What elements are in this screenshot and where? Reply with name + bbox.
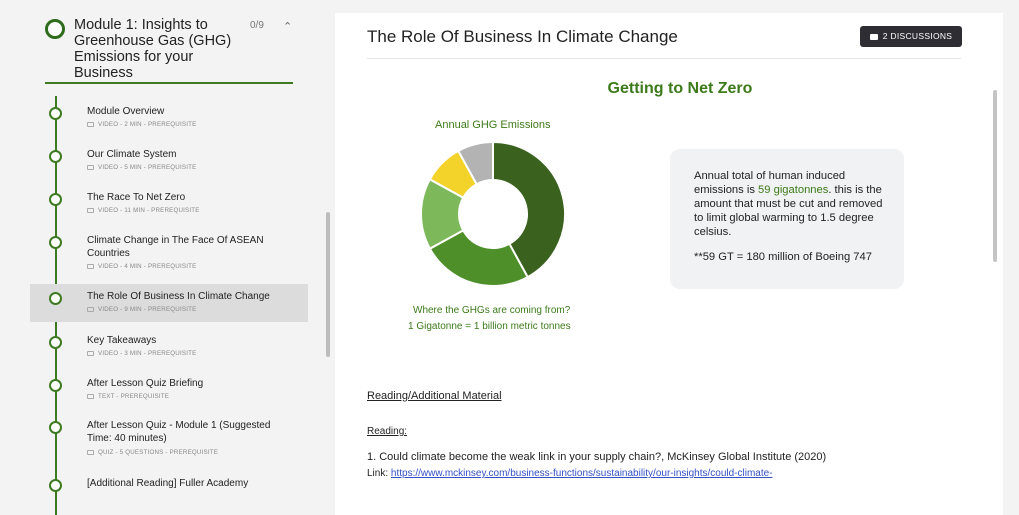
- module-title: Module 1: Insights to Greenhouse Gas (GH…: [74, 17, 232, 81]
- video-icon: [87, 350, 94, 356]
- module-header[interactable]: Module 1: Insights to Greenhouse Gas (GH…: [45, 15, 295, 85]
- module-progress-ring-icon: [45, 19, 65, 39]
- reading-section-heading: Reading/Additional Material: [367, 390, 502, 402]
- lesson-title: After Lesson Quiz - Module 1 (Suggested …: [87, 420, 271, 444]
- lesson-meta-text: VIDEO - 3 MIN - PREREQUISITE: [98, 350, 197, 357]
- lesson-meta: VIDEO - 5 MIN - PREREQUISITE: [87, 164, 196, 171]
- lesson-title: The Role Of Business In Climate Change: [87, 291, 270, 302]
- lesson-title: Key Takeaways: [87, 335, 157, 346]
- lesson-title: After Lesson Quiz Briefing: [87, 378, 204, 389]
- module-progress-count: 0/9: [250, 20, 264, 31]
- lesson-item-module-overview[interactable]: Module Overview VIDEO - 2 MIN - PREREQUI…: [30, 100, 308, 136]
- lesson-meta-text: VIDEO - 5 MIN - PREREQUISITE: [98, 164, 197, 171]
- lesson-item-role-of-business[interactable]: The Role Of Business In Climate Change V…: [30, 284, 308, 322]
- lesson-item-quiz-module-1[interactable]: After Lesson Quiz - Module 1 (Suggested …: [30, 414, 308, 464]
- lesson-title: The Race To Net Zero: [87, 192, 186, 203]
- reading-label: Reading:: [367, 426, 408, 437]
- discussions-button[interactable]: 2 DISCUSSIONS: [860, 26, 962, 47]
- lesson-status-circle-icon: [49, 336, 62, 349]
- ghg-donut-chart: [420, 140, 566, 287]
- lesson-meta-text: VIDEO - 9 MIN - PREREQUISITE: [98, 306, 197, 313]
- lesson-status-circle-icon: [49, 107, 62, 120]
- reference-link[interactable]: https://www.mckinsey.com/business-functi…: [391, 468, 773, 479]
- module-header-divider: [45, 82, 293, 84]
- reference-link-row: Link: https://www.mckinsey.com/business-…: [367, 468, 773, 479]
- chevron-up-icon[interactable]: ⌃: [283, 20, 292, 33]
- lesson-meta: TEXT - PREREQUISITE: [87, 393, 169, 400]
- lesson-meta: VIDEO - 9 MIN - PREREQUISITE: [87, 306, 196, 313]
- boeing-equivalence-note: **59 GT = 180 million of Boeing 747: [694, 251, 872, 263]
- lesson-title: Module Overview: [87, 106, 165, 117]
- lesson-content-panel: The Role Of Business In Climate Change 2…: [335, 13, 1003, 515]
- emissions-info-text: Annual total of human induced emissions …: [694, 169, 884, 239]
- chat-bubble-icon: [869, 33, 878, 40]
- chart-title: Annual GHG Emissions: [435, 119, 551, 131]
- lesson-title: [Additional Reading] Fuller Academy: [87, 478, 249, 489]
- lesson-meta: VIDEO - 4 MIN - PREREQUISITE: [87, 263, 196, 270]
- lesson-status-circle-icon: [49, 292, 62, 305]
- lesson-meta-text: VIDEO - 2 MIN - PREREQUISITE: [98, 121, 197, 128]
- lesson-meta: VIDEO - 3 MIN - PREREQUISITE: [87, 350, 196, 357]
- reference-link-label: Link:: [367, 468, 391, 479]
- lesson-meta: VIDEO - 11 MIN - PREREQUISITE: [87, 207, 200, 214]
- title-divider: [367, 58, 961, 59]
- emissions-info-card: Annual total of human induced emissions …: [670, 149, 904, 289]
- video-icon: [87, 207, 94, 213]
- lesson-item-our-climate-system[interactable]: Our Climate System VIDEO - 5 MIN - PRERE…: [30, 143, 308, 179]
- page-title: The Role Of Business In Climate Change: [367, 27, 678, 46]
- video-icon: [87, 263, 94, 269]
- lesson-item-race-to-net-zero[interactable]: The Race To Net Zero VIDEO - 11 MIN - PR…: [30, 186, 308, 222]
- lesson-status-circle-icon: [49, 421, 62, 434]
- info-highlight: 59 gigatonnes: [758, 184, 829, 196]
- lesson-status-circle-icon: [49, 193, 62, 206]
- video-icon: [87, 164, 94, 170]
- lesson-status-circle-icon: [49, 379, 62, 392]
- lesson-meta-text: QUIZ - 5 QUESTIONS - PREREQUISITE: [98, 449, 219, 456]
- lesson-meta-text: VIDEO - 11 MIN - PREREQUISITE: [98, 207, 200, 214]
- lesson-meta-text: TEXT - PREREQUISITE: [98, 393, 170, 400]
- content-scrollbar[interactable]: [993, 90, 997, 262]
- lesson-status-circle-icon: [49, 479, 62, 492]
- lesson-item-key-takeaways[interactable]: Key Takeaways VIDEO - 3 MIN - PREREQUISI…: [30, 329, 308, 365]
- lesson-title: Our Climate System: [87, 149, 177, 160]
- lesson-item-asean-countries[interactable]: Climate Change in The Face Of ASEAN Coun…: [30, 229, 308, 277]
- lesson-status-circle-icon: [49, 150, 62, 163]
- lesson-item-fuller-academy[interactable]: [Additional Reading] Fuller Academy: [30, 472, 308, 508]
- quiz-icon: [87, 449, 94, 455]
- lesson-title: Climate Change in The Face Of ASEAN Coun…: [87, 235, 264, 259]
- text-icon: [87, 393, 94, 399]
- discussions-label: 2 DISCUSSIONS: [882, 31, 953, 41]
- lesson-meta-text: VIDEO - 4 MIN - PREREQUISITE: [98, 263, 197, 270]
- video-icon: [87, 306, 94, 312]
- section-title: Getting to Net Zero: [607, 80, 753, 97]
- chart-caption-unit: 1 Gigatonne = 1 billion metric tonnes: [408, 321, 571, 332]
- sidebar-scrollbar[interactable]: [326, 212, 330, 357]
- chart-caption-source: Where the GHGs are coming from?: [413, 305, 571, 316]
- lesson-item-quiz-briefing[interactable]: After Lesson Quiz Briefing TEXT - PREREQ…: [30, 372, 308, 408]
- lesson-status-circle-icon: [49, 236, 62, 249]
- reference-item: 1. Could climate become the weak link in…: [367, 451, 827, 463]
- lesson-meta: QUIZ - 5 QUESTIONS - PREREQUISITE: [87, 449, 218, 456]
- video-icon: [87, 121, 94, 127]
- course-sidebar: Module 1: Insights to Greenhouse Gas (GH…: [0, 0, 333, 515]
- lesson-meta: VIDEO - 2 MIN - PREREQUISITE: [87, 121, 196, 128]
